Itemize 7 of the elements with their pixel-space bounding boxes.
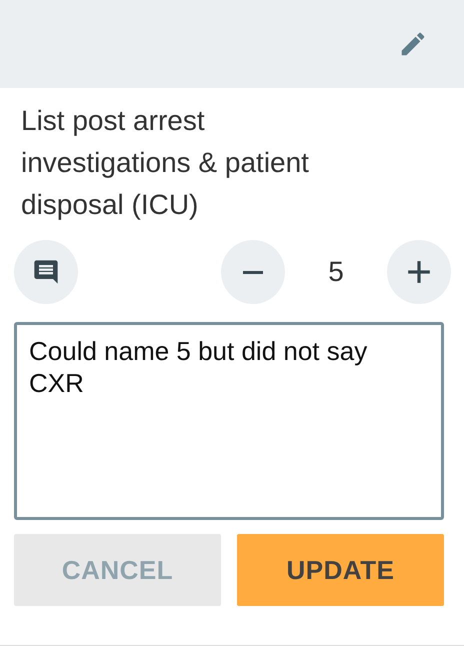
score-value: 5 [327, 256, 345, 288]
comment-field[interactable]: Could name 5 but did not say CXR [14, 322, 444, 520]
plus-icon [406, 259, 432, 285]
update-button[interactable]: UPDATE [237, 534, 444, 606]
question-text: List post arrest investigations & patient disposal (ICU) [21, 104, 310, 222]
minus-icon [242, 270, 264, 274]
comment-icon [32, 258, 60, 286]
